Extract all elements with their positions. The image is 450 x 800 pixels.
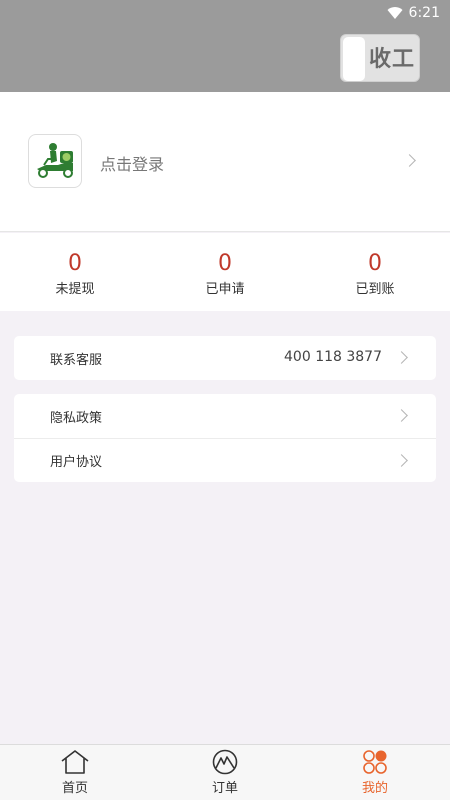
status-bar: 6:21 — [387, 3, 440, 23]
user-agreement-row[interactable]: 用户协议 — [14, 438, 436, 482]
bottom-tab-bar: 首页 订单 我的 — [0, 744, 450, 800]
toggle-label: 收工 — [369, 47, 416, 72]
privacy-policy-row[interactable]: 隐私政策 — [14, 394, 436, 438]
login-text[interactable]: 点击登录 — [100, 151, 164, 175]
tab-orders[interactable]: 订单 — [150, 745, 300, 800]
chevron-right-icon — [403, 154, 416, 167]
support-phone: 400 118 3877 — [284, 349, 382, 365]
stat-value: 0 — [368, 251, 382, 276]
row-label: 隐私政策 — [50, 410, 103, 426]
earnings-stats: 0 未提现 0 已申请 0 已到账 — [0, 233, 450, 311]
top-header: 6:21 收工 — [0, 0, 450, 92]
tab-label: 订单 — [211, 781, 238, 796]
contact-support-row[interactable]: 联系客服 400 118 3877 — [14, 336, 436, 380]
stat-label: 已申请 — [205, 282, 245, 297]
tab-home[interactable]: 首页 — [0, 745, 150, 800]
menu-card-legal: 隐私政策 用户协议 — [14, 394, 436, 482]
row-label: 用户协议 — [50, 455, 103, 470]
chevron-right-icon — [395, 454, 408, 467]
stat-not-withdrawn[interactable]: 0 未提现 — [0, 233, 150, 311]
avatar — [28, 134, 82, 188]
stat-received[interactable]: 0 已到账 — [300, 233, 450, 311]
stat-value: 0 — [68, 251, 82, 276]
menu-card-support: 联系客服 400 118 3877 — [14, 336, 436, 380]
stat-value: 0 — [218, 251, 232, 276]
home-icon — [61, 750, 89, 774]
work-status-toggle[interactable]: 收工 — [340, 34, 420, 82]
order-icon — [212, 749, 238, 775]
stat-label: 未提现 — [55, 282, 95, 297]
profile-icon — [363, 750, 387, 774]
tab-mine[interactable]: 我的 — [300, 745, 450, 800]
wifi-icon — [387, 7, 403, 20]
toggle-knob[interactable] — [343, 37, 365, 81]
stat-label: 已到账 — [355, 282, 395, 297]
login-row[interactable]: 点击登录 — [0, 92, 450, 232]
chevron-right-icon — [395, 409, 408, 422]
row-label: 联系客服 — [50, 352, 103, 368]
delivery-scooter-icon — [37, 143, 73, 178]
chevron-right-icon — [395, 351, 408, 364]
tab-label: 首页 — [61, 781, 88, 796]
stat-applied[interactable]: 0 已申请 — [150, 233, 300, 311]
status-time: 6:21 — [408, 5, 440, 21]
tab-label: 我的 — [361, 781, 388, 796]
